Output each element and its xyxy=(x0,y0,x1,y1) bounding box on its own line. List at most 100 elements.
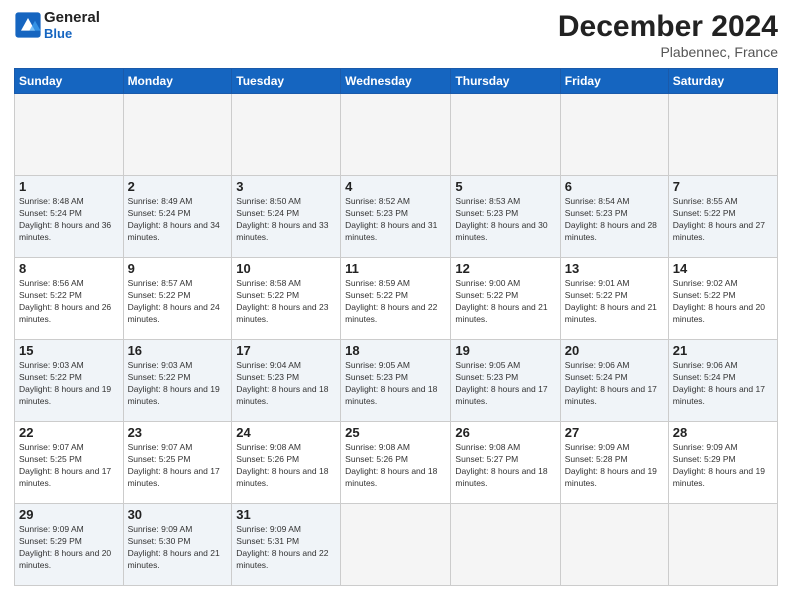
day-number: 9 xyxy=(128,261,228,276)
calendar-day-cell xyxy=(451,94,560,176)
col-tuesday: Tuesday xyxy=(232,69,341,94)
calendar-day-cell: 1Sunrise: 8:48 AMSunset: 5:24 PMDaylight… xyxy=(15,176,124,258)
calendar-header-row: Sunday Monday Tuesday Wednesday Thursday… xyxy=(15,69,778,94)
day-info: Sunrise: 8:49 AMSunset: 5:24 PMDaylight:… xyxy=(128,196,228,244)
day-info: Sunrise: 9:02 AMSunset: 5:22 PMDaylight:… xyxy=(673,278,773,326)
day-number: 14 xyxy=(673,261,773,276)
day-number: 5 xyxy=(455,179,555,194)
day-info: Sunrise: 9:04 AMSunset: 5:23 PMDaylight:… xyxy=(236,360,336,408)
day-info: Sunrise: 9:08 AMSunset: 5:26 PMDaylight:… xyxy=(236,442,336,490)
calendar-week-row: 22Sunrise: 9:07 AMSunset: 5:25 PMDayligh… xyxy=(15,422,778,504)
day-info: Sunrise: 8:52 AMSunset: 5:23 PMDaylight:… xyxy=(345,196,446,244)
calendar-day-cell xyxy=(451,504,560,586)
calendar-day-cell: 11Sunrise: 8:59 AMSunset: 5:22 PMDayligh… xyxy=(341,258,451,340)
day-number: 28 xyxy=(673,425,773,440)
day-number: 29 xyxy=(19,507,119,522)
day-info: Sunrise: 8:55 AMSunset: 5:22 PMDaylight:… xyxy=(673,196,773,244)
calendar-week-row: 15 Sunrise: 9:03 AMSunset: 5:22 PMDayligh… xyxy=(15,340,778,422)
day-info: Sunrise: 9:05 AMSunset: 5:23 PMDaylight:… xyxy=(455,360,555,408)
calendar-day-cell: 19 Sunrise: 9:05 AMSunset: 5:23 PMDayligh… xyxy=(451,340,560,422)
calendar-day-cell: 10 Sunrise: 8:58 AMSunset: 5:22 PMDayligh… xyxy=(232,258,341,340)
day-info: Sunrise: 8:53 AMSunset: 5:23 PMDaylight:… xyxy=(455,196,555,244)
day-info: Sunrise: 9:09 AMSunset: 5:28 PMDaylight:… xyxy=(565,442,664,490)
day-number: 16 xyxy=(128,343,228,358)
logo: General Blue xyxy=(14,10,100,41)
calendar-day-cell: 8 Sunrise: 8:56 AMSunset: 5:22 PMDaylight… xyxy=(15,258,124,340)
day-info: Sunrise: 9:03 AMSunset: 5:22 PMDaylight:… xyxy=(19,360,119,408)
day-number: 10 xyxy=(236,261,336,276)
calendar-day-cell: 4 Sunrise: 8:52 AMSunset: 5:23 PMDaylight… xyxy=(341,176,451,258)
calendar-day-cell: 23Sunrise: 9:07 AMSunset: 5:25 PMDayligh… xyxy=(123,422,232,504)
day-number: 30 xyxy=(128,507,228,522)
day-info: Sunrise: 8:54 AMSunset: 5:23 PMDaylight:… xyxy=(565,196,664,244)
calendar-day-cell xyxy=(668,504,777,586)
day-info: Sunrise: 9:03 AMSunset: 5:22 PMDaylight:… xyxy=(128,360,228,408)
calendar-day-cell: 20Sunrise: 9:06 AMSunset: 5:24 PMDayligh… xyxy=(560,340,668,422)
day-info: Sunrise: 9:06 AMSunset: 5:24 PMDaylight:… xyxy=(565,360,664,408)
day-info: Sunrise: 8:50 AMSunset: 5:24 PMDaylight:… xyxy=(236,196,336,244)
day-number: 24 xyxy=(236,425,336,440)
day-number: 26 xyxy=(455,425,555,440)
calendar-day-cell xyxy=(123,94,232,176)
day-info: Sunrise: 9:09 AMSunset: 5:29 PMDaylight:… xyxy=(673,442,773,490)
calendar-week-row: 1Sunrise: 8:48 AMSunset: 5:24 PMDaylight… xyxy=(15,176,778,258)
location-subtitle: Plabennec, France xyxy=(558,44,778,60)
day-info: Sunrise: 9:00 AMSunset: 5:22 PMDaylight:… xyxy=(455,278,555,326)
day-number: 3 xyxy=(236,179,336,194)
calendar-day-cell: 29 Sunrise: 9:09 AMSunset: 5:29 PMDayligh… xyxy=(15,504,124,586)
day-number: 12 xyxy=(455,261,555,276)
calendar-day-cell: 21 Sunrise: 9:06 AMSunset: 5:24 PMDayligh… xyxy=(668,340,777,422)
day-number: 17 xyxy=(236,343,336,358)
calendar-day-cell: 25 Sunrise: 9:08 AMSunset: 5:26 PMDayligh… xyxy=(341,422,451,504)
calendar-day-cell: 18Sunrise: 9:05 AMSunset: 5:23 PMDayligh… xyxy=(341,340,451,422)
day-info: Sunrise: 8:56 AMSunset: 5:22 PMDaylight:… xyxy=(19,278,119,326)
day-info: Sunrise: 9:06 AMSunset: 5:24 PMDaylight:… xyxy=(673,360,773,408)
day-info: Sunrise: 9:08 AMSunset: 5:26 PMDaylight:… xyxy=(345,442,446,490)
calendar-day-cell xyxy=(341,504,451,586)
calendar-day-cell xyxy=(668,94,777,176)
calendar-day-cell: 6 Sunrise: 8:54 AMSunset: 5:23 PMDaylight… xyxy=(560,176,668,258)
col-monday: Monday xyxy=(123,69,232,94)
day-info: Sunrise: 9:08 AMSunset: 5:27 PMDaylight:… xyxy=(455,442,555,490)
calendar-container: General Blue December 2024 Plabennec, Fr… xyxy=(0,0,792,612)
logo-text: General Blue xyxy=(44,10,100,41)
day-number: 2 xyxy=(128,179,228,194)
calendar-day-cell: 22Sunrise: 9:07 AMSunset: 5:25 PMDayligh… xyxy=(15,422,124,504)
day-number: 25 xyxy=(345,425,446,440)
calendar-day-cell: 9 Sunrise: 8:57 AMSunset: 5:22 PMDaylight… xyxy=(123,258,232,340)
day-number: 4 xyxy=(345,179,446,194)
calendar-day-cell xyxy=(560,504,668,586)
calendar-day-cell: 5 Sunrise: 8:53 AMSunset: 5:23 PMDaylight… xyxy=(451,176,560,258)
calendar-day-cell: 31Sunrise: 9:09 AMSunset: 5:31 PMDayligh… xyxy=(232,504,341,586)
calendar-day-cell xyxy=(15,94,124,176)
day-info: Sunrise: 8:57 AMSunset: 5:22 PMDaylight:… xyxy=(128,278,228,326)
day-info: Sunrise: 8:58 AMSunset: 5:22 PMDaylight:… xyxy=(236,278,336,326)
calendar-day-cell: 24 Sunrise: 9:08 AMSunset: 5:26 PMDayligh… xyxy=(232,422,341,504)
col-saturday: Saturday xyxy=(668,69,777,94)
month-title: December 2024 xyxy=(558,10,778,44)
calendar-table: Sunday Monday Tuesday Wednesday Thursday… xyxy=(14,68,778,586)
day-number: 23 xyxy=(128,425,228,440)
day-number: 11 xyxy=(345,261,446,276)
day-number: 19 xyxy=(455,343,555,358)
calendar-week-row: 8 Sunrise: 8:56 AMSunset: 5:22 PMDaylight… xyxy=(15,258,778,340)
calendar-day-cell: 2 Sunrise: 8:49 AMSunset: 5:24 PMDaylight… xyxy=(123,176,232,258)
calendar-week-row: 29 Sunrise: 9:09 AMSunset: 5:29 PMDayligh… xyxy=(15,504,778,586)
day-number: 15 xyxy=(19,343,119,358)
day-info: Sunrise: 9:05 AMSunset: 5:23 PMDaylight:… xyxy=(345,360,446,408)
calendar-day-cell xyxy=(232,94,341,176)
logo-icon xyxy=(14,11,42,39)
calendar-day-cell: 14 Sunrise: 9:02 AMSunset: 5:22 PMDayligh… xyxy=(668,258,777,340)
day-number: 6 xyxy=(565,179,664,194)
col-wednesday: Wednesday xyxy=(341,69,451,94)
day-number: 8 xyxy=(19,261,119,276)
calendar-day-cell xyxy=(560,94,668,176)
day-info: Sunrise: 9:09 AMSunset: 5:31 PMDaylight:… xyxy=(236,524,336,572)
day-info: Sunrise: 9:09 AMSunset: 5:29 PMDaylight:… xyxy=(19,524,119,572)
calendar-day-cell: 15 Sunrise: 9:03 AMSunset: 5:22 PMDayligh… xyxy=(15,340,124,422)
col-friday: Friday xyxy=(560,69,668,94)
day-info: Sunrise: 9:09 AMSunset: 5:30 PMDaylight:… xyxy=(128,524,228,572)
calendar-day-cell: 13Sunrise: 9:01 AMSunset: 5:22 PMDayligh… xyxy=(560,258,668,340)
day-number: 21 xyxy=(673,343,773,358)
calendar-day-cell: 27Sunrise: 9:09 AMSunset: 5:28 PMDayligh… xyxy=(560,422,668,504)
